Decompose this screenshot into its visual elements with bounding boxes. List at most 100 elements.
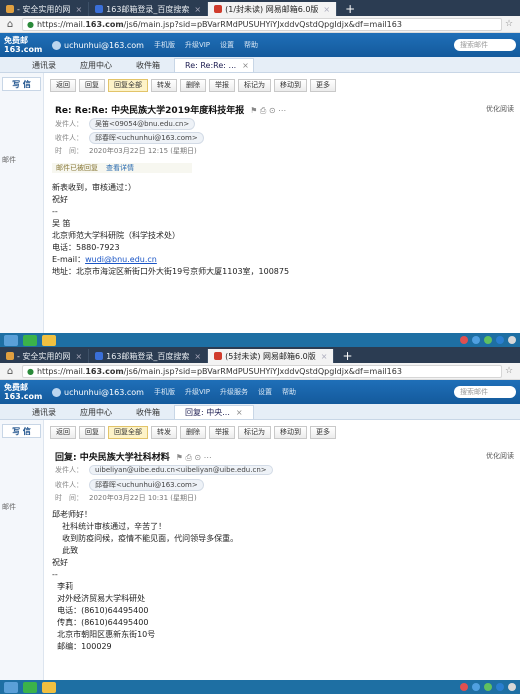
toolbar-button[interactable]: 举报 (209, 425, 235, 439)
toolbar-button[interactable]: 回复全部 (108, 425, 148, 439)
toolbar-button[interactable]: 标记为 (238, 425, 271, 439)
toolbar-button[interactable]: 回复全部 (108, 78, 148, 92)
tab-close-icon[interactable]: × (189, 352, 201, 361)
logo-line2: 163.com (4, 45, 43, 54)
header-link[interactable]: 手机版 (154, 387, 175, 397)
tray-icon[interactable] (460, 683, 468, 691)
browser-tab-label: 163邮箱登录_百度搜索 (106, 351, 190, 361)
body-line: 邮编：100029 (52, 642, 112, 651)
nav-tab[interactable]: 通讯录 (22, 405, 66, 419)
url-input[interactable]: ● https://mail. 163.com/js6/main.jsp?sid=p… (22, 17, 502, 31)
search-input[interactable]: 搜索邮件 (454, 386, 516, 398)
tray-icon[interactable] (460, 336, 468, 344)
active-mail-tab[interactable]: Re: Re:Re: ... × (174, 58, 254, 72)
close-tab-icon[interactable]: × (236, 408, 243, 417)
header-link[interactable]: 帮助 (282, 387, 296, 397)
optimize-reading-link[interactable]: 优化阅读 (486, 451, 514, 461)
subject-actions-icon[interactable]: ⚑ ⎙ ⊙ ⋯ (176, 453, 212, 462)
tray-icon[interactable] (484, 336, 492, 344)
toolbar-button[interactable]: 删除 (180, 425, 206, 439)
browser-tab[interactable]: (1/封未读) 网易邮箱6.0版 × (208, 2, 338, 16)
user-account[interactable]: uchunhui@163.com (52, 40, 144, 50)
new-tab-button[interactable]: + (337, 2, 363, 16)
taskbar-app-icon[interactable] (4, 334, 18, 346)
nav-tab[interactable]: 收件箱 (126, 405, 170, 419)
write-button[interactable]: 写 信 (2, 77, 41, 91)
tab-close-icon[interactable]: × (316, 352, 328, 361)
browser-tab[interactable]: 163邮箱登录_百度搜索 × (89, 349, 209, 363)
toolbar-button[interactable]: 转发 (151, 425, 177, 439)
tab-favicon-icon (214, 5, 223, 13)
notice-link[interactable]: 查看详情 (106, 163, 134, 173)
nav-tab[interactable]: 应用中心 (70, 405, 122, 419)
nav-tab[interactable]: 通讯录 (22, 58, 66, 72)
taskbar-app-icon[interactable] (23, 334, 37, 346)
taskbar-app-icon[interactable] (42, 681, 56, 693)
search-input[interactable]: 搜索邮件 (454, 39, 516, 51)
tab-close-icon[interactable]: × (189, 5, 201, 14)
toolbar-button[interactable]: 举报 (209, 78, 235, 92)
tray-icon[interactable] (472, 336, 480, 344)
tray-icon[interactable] (496, 336, 504, 344)
tab-close-icon[interactable]: × (70, 352, 82, 361)
toolbar-button[interactable]: 返回 (50, 78, 76, 92)
tab-close-icon[interactable]: × (70, 5, 82, 14)
toolbar-button[interactable]: 回复 (79, 78, 105, 92)
taskbar-app-icon[interactable] (23, 681, 37, 693)
tray-icon[interactable] (508, 336, 516, 344)
active-mail-tab[interactable]: 回复: 中央... × (174, 405, 254, 419)
header-link[interactable]: 升级VIP (185, 40, 210, 50)
header-link[interactable]: 帮助 (244, 40, 258, 50)
optimize-reading-link[interactable]: 优化阅读 (486, 104, 514, 114)
email-link[interactable]: wudi@bnu.edu.cn (85, 255, 157, 264)
header-link[interactable]: 设置 (220, 40, 234, 50)
toolbar-button[interactable]: 转发 (151, 78, 177, 92)
header-link[interactable]: 升级服务 (220, 387, 248, 397)
tab-favicon-icon (214, 352, 223, 360)
header-link[interactable]: 升级VIP (185, 387, 210, 397)
toolbar-button[interactable]: 更多 (310, 425, 336, 439)
home-icon[interactable]: ⌂ (4, 19, 16, 30)
taskbar-app-icon[interactable] (4, 681, 18, 693)
subject-actions-icon[interactable]: ⚑ ⎙ ⊙ ⋯ (250, 106, 286, 115)
toolbar-button[interactable]: 删除 (180, 78, 206, 92)
toolbar-button[interactable]: 移动到 (274, 425, 307, 439)
body-line: 新表收到，审核通过：） (52, 183, 136, 192)
toolbar-button[interactable]: 更多 (310, 78, 336, 92)
bookmark-star-icon[interactable]: ☆ (502, 19, 516, 29)
toolbar-button[interactable]: 标记为 (238, 78, 271, 92)
logo-line1: 免费邮 (4, 36, 28, 45)
toolbar-button[interactable]: 回复 (79, 425, 105, 439)
url-input[interactable]: ● https://mail. 163.com/js6/main.jsp?sid=p… (22, 364, 502, 378)
active-tab-label: 回复: 中央... (185, 408, 230, 417)
tray-icon[interactable] (508, 683, 516, 691)
toolbar-button[interactable]: 移动到 (274, 78, 307, 92)
from-value[interactable]: 吴笛<09054@bnu.edu.cn> (89, 118, 196, 130)
close-tab-icon[interactable]: × (242, 61, 249, 70)
write-button[interactable]: 写 信 (2, 424, 41, 438)
header-link[interactable]: 手机版 (154, 40, 175, 50)
browser-tab[interactable]: 163邮箱登录_百度搜索 × (89, 2, 209, 16)
bookmark-star-icon[interactable]: ☆ (502, 366, 516, 376)
home-icon[interactable]: ⌂ (4, 366, 16, 377)
tab-close-icon[interactable]: × (318, 5, 330, 14)
to-value[interactable]: 邱春晖<uchunhui@163.com> (89, 132, 204, 144)
new-tab-button[interactable]: + (334, 349, 360, 363)
taskbar-app-icon[interactable] (42, 334, 56, 346)
from-value[interactable]: uibeliyan@uibe.edu.cn<uibeliyan@uibe.edu… (89, 465, 273, 475)
toolbar-button[interactable]: 返回 (50, 425, 76, 439)
browser-tab[interactable]: - 安全实用的网 × (0, 2, 90, 16)
header-link[interactable]: 设置 (258, 387, 272, 397)
sidebar-folder-label[interactable]: 邮件 (2, 155, 16, 165)
browser-tab[interactable]: (5封未读) 网易邮箱6.0版 × (208, 349, 335, 363)
sidebar: 写 信邮件 (0, 420, 44, 694)
user-account[interactable]: uchunhui@163.com (52, 387, 144, 397)
browser-tab[interactable]: - 安全实用的网 × (0, 349, 90, 363)
tray-icon[interactable] (484, 683, 492, 691)
to-value[interactable]: 邱春晖<uchunhui@163.com> (89, 479, 204, 491)
nav-tab[interactable]: 收件箱 (126, 58, 170, 72)
tray-icon[interactable] (472, 683, 480, 691)
sidebar-folder-label[interactable]: 邮件 (2, 502, 16, 512)
tray-icon[interactable] (496, 683, 504, 691)
nav-tab[interactable]: 应用中心 (70, 58, 122, 72)
